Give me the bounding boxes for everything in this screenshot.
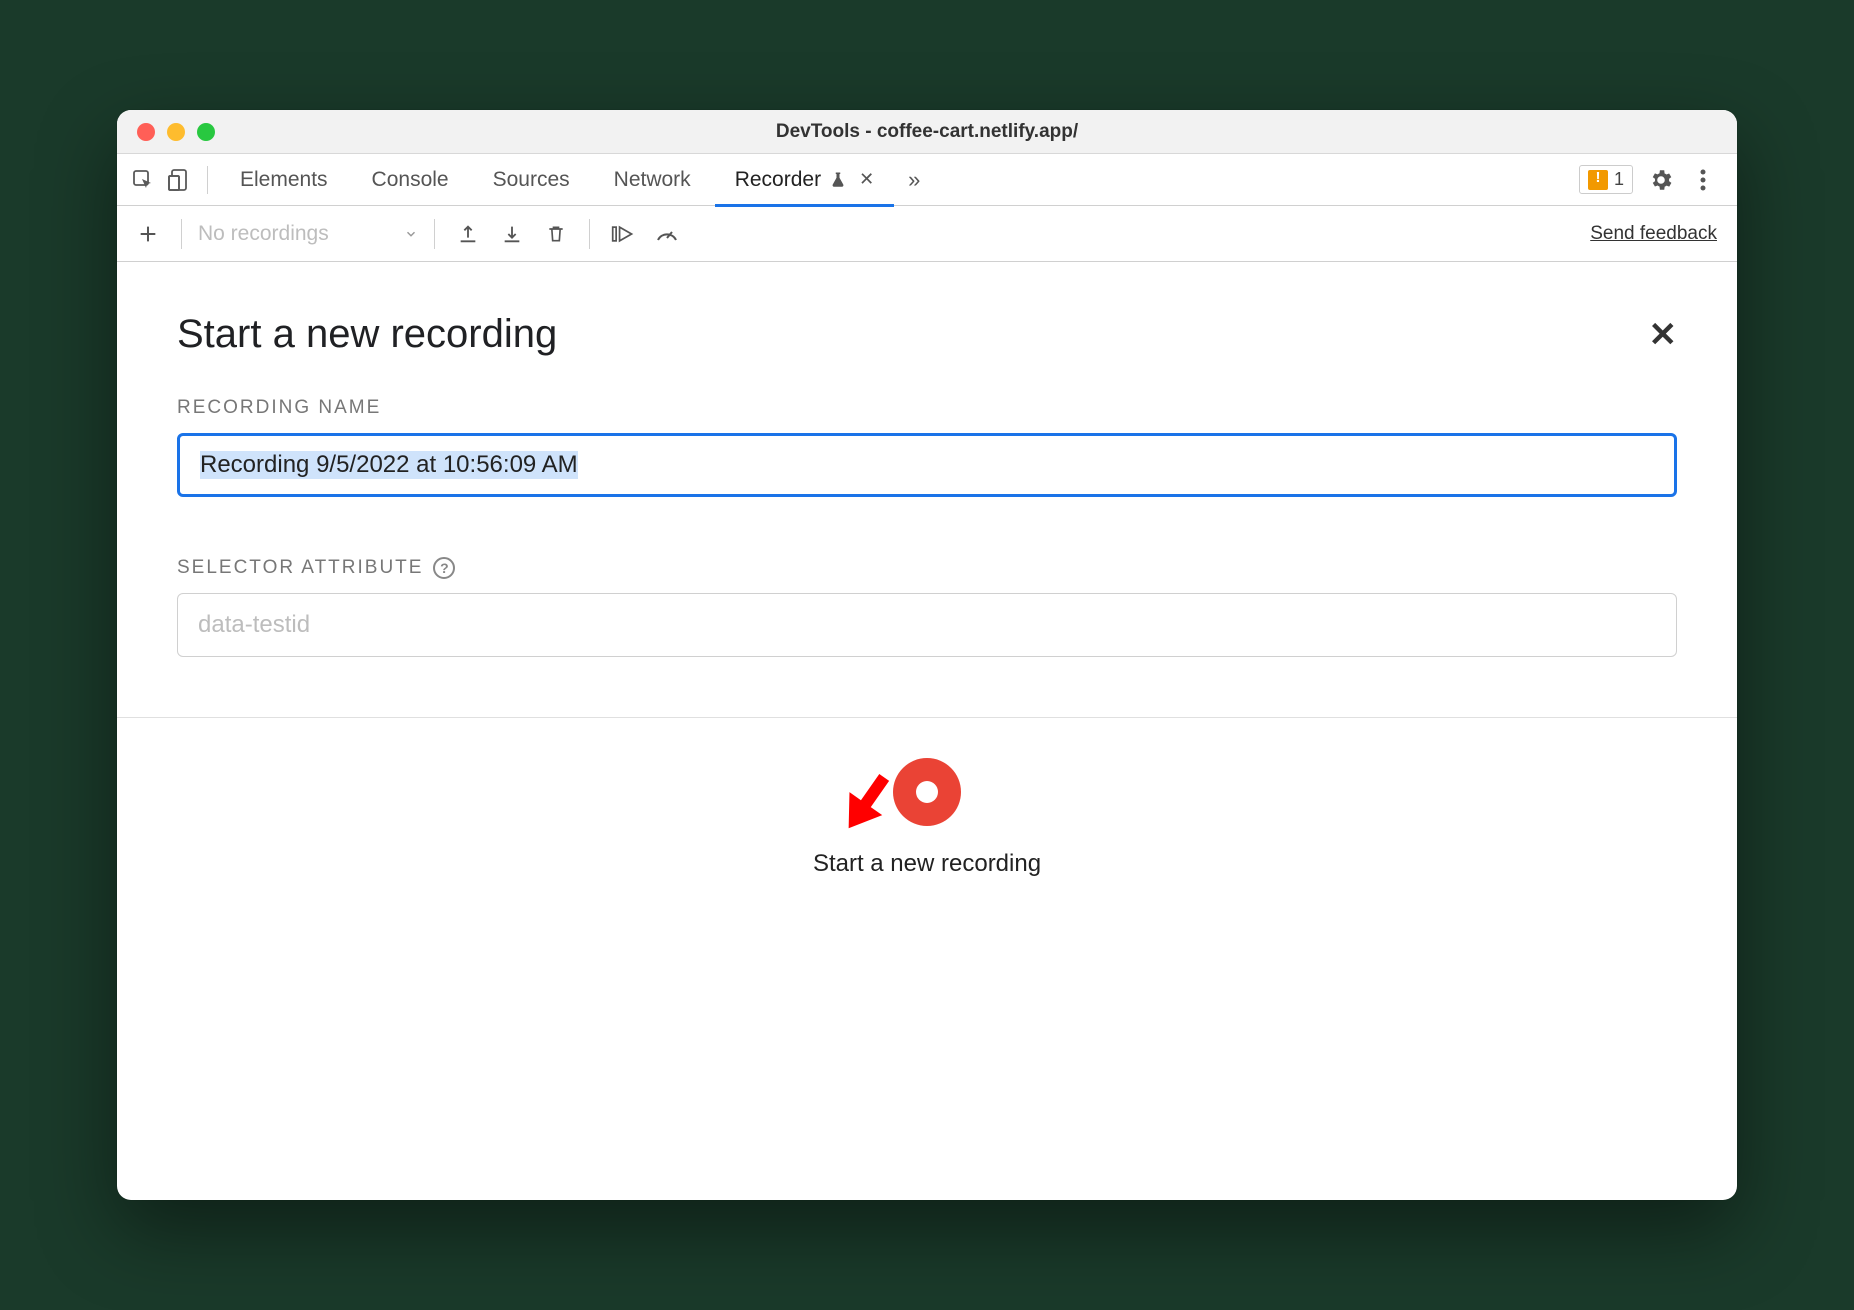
delete-icon[interactable] xyxy=(539,217,573,251)
tab-network[interactable]: Network xyxy=(594,154,711,206)
export-icon[interactable] xyxy=(451,217,485,251)
separator xyxy=(207,166,208,194)
devtools-tabbar: Elements Console Sources Network Recorde… xyxy=(117,154,1737,206)
recording-name-label: RECORDING NAME xyxy=(177,397,381,419)
replay-speed-icon[interactable] xyxy=(650,217,684,251)
devtools-window: DevTools - coffee-cart.netlify.app/ Elem… xyxy=(117,110,1737,1200)
close-window-button[interactable] xyxy=(137,123,155,141)
start-recording-label: Start a new recording xyxy=(813,850,1041,878)
warning-icon xyxy=(1588,170,1608,190)
minimize-window-button[interactable] xyxy=(167,123,185,141)
close-tab-icon[interactable]: ✕ xyxy=(859,169,874,190)
recorder-toolbar: No recordings Send feedback xyxy=(117,206,1737,262)
separator xyxy=(434,219,435,249)
tab-elements[interactable]: Elements xyxy=(220,154,348,206)
settings-icon[interactable] xyxy=(1647,166,1675,194)
zoom-window-button[interactable] xyxy=(197,123,215,141)
tab-sources[interactable]: Sources xyxy=(473,154,590,206)
issues-count: 1 xyxy=(1614,169,1624,190)
selector-attribute-label: SELECTOR ATTRIBUTE xyxy=(177,557,423,579)
replay-icon[interactable] xyxy=(606,217,640,251)
separator xyxy=(181,219,182,249)
recording-name-input[interactable]: Recording 9/5/2022 at 10:56:09 AM xyxy=(177,433,1677,497)
recordings-dropdown[interactable]: No recordings xyxy=(198,222,418,246)
send-feedback-link[interactable]: Send feedback xyxy=(1590,223,1723,245)
separator xyxy=(589,219,590,249)
issues-badge[interactable]: 1 xyxy=(1579,165,1633,194)
window-titlebar: DevTools - coffee-cart.netlify.app/ xyxy=(117,110,1737,154)
more-tabs-icon[interactable]: » xyxy=(908,167,920,193)
help-icon[interactable]: ? xyxy=(433,557,455,579)
tab-console[interactable]: Console xyxy=(352,154,469,206)
record-icon xyxy=(916,781,938,803)
recording-name-value: Recording 9/5/2022 at 10:56:09 AM xyxy=(200,451,578,479)
flask-icon xyxy=(829,171,847,189)
toggle-device-icon[interactable] xyxy=(163,164,195,196)
chevron-down-icon xyxy=(404,227,418,241)
selector-attribute-input[interactable] xyxy=(177,593,1677,657)
start-recording-button[interactable] xyxy=(893,758,961,826)
kebab-menu-icon[interactable] xyxy=(1689,166,1717,194)
new-recording-button[interactable] xyxy=(131,217,165,251)
import-icon[interactable] xyxy=(495,217,529,251)
close-panel-icon[interactable]: ✕ xyxy=(1649,315,1678,355)
panel-title: Start a new recording xyxy=(177,312,557,357)
inspect-element-icon[interactable] xyxy=(127,164,159,196)
traffic-lights xyxy=(137,123,215,141)
recorder-content: Start a new recording ✕ RECORDING NAME R… xyxy=(117,262,1737,1200)
window-title: DevTools - coffee-cart.netlify.app/ xyxy=(117,121,1737,143)
tab-recorder[interactable]: Recorder ✕ xyxy=(715,154,894,206)
